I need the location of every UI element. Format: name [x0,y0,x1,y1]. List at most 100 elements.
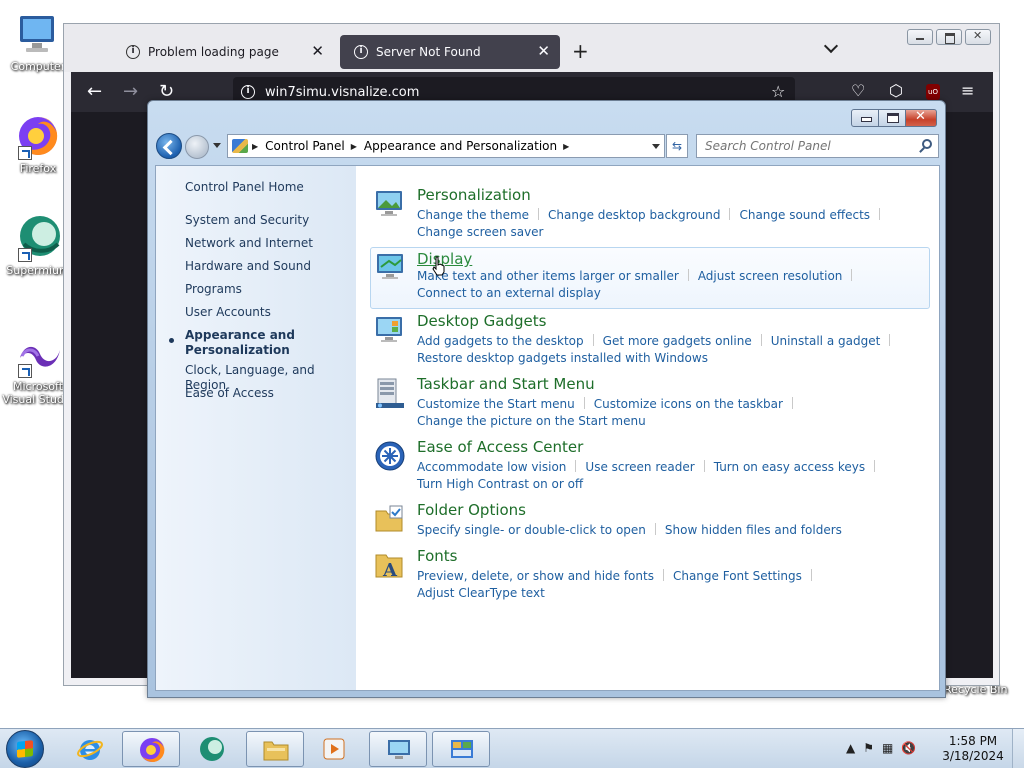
list-all-tabs-icon[interactable] [824,40,838,54]
refresh-button[interactable]: ⇆ [666,134,688,158]
link-adjust-cleartype[interactable]: Adjust ClearType text [417,586,545,600]
link-restore-gadgets[interactable]: Restore desktop gadgets installed with W… [417,351,708,365]
taskbar-remote-desktop[interactable] [369,731,427,767]
link-accommodate-low-vision[interactable]: Accommodate low vision [417,460,566,474]
clock[interactable]: 1:58 PM 3/18/2024 [942,734,1004,764]
nav-network-internet[interactable]: Network and Internet [185,236,313,251]
pocket-icon[interactable]: ♡ [851,81,865,100]
link-adjust-screen-resolution[interactable]: Adjust screen resolution [698,269,843,283]
url-text[interactable]: win7simu.visnalize.com [265,85,419,100]
link-change-desktop-background[interactable]: Change desktop background [548,208,720,222]
back-button[interactable]: ← [87,81,102,102]
nav-ease-of-access[interactable]: Ease of Access [185,386,274,401]
link-single-double-click[interactable]: Specify single- or double-click to open [417,523,646,537]
nav-system-security[interactable]: System and Security [185,213,309,228]
tab-server-not-found[interactable]: i Server Not Found ✕ [340,35,560,69]
tab-title: Server Not Found [376,45,481,59]
category-links: Specify single- or double-click to open S… [417,522,937,539]
cp-maximize-button[interactable] [878,109,906,127]
site-info-icon[interactable]: i [241,85,255,99]
minimize-button[interactable] [907,29,933,45]
link-change-screen-saver[interactable]: Change screen saver [417,225,544,239]
reload-button[interactable]: ↻ [159,81,174,102]
cp-minimize-button[interactable] [851,109,879,127]
search-box[interactable] [696,134,939,158]
breadcrumb-separator-icon[interactable]: ▶ [351,142,357,151]
breadcrumb-appearance[interactable]: Appearance and Personalization [364,139,557,153]
link-show-hidden-files[interactable]: Show hidden files and folders [665,523,842,537]
monitor-icon [388,740,410,759]
recent-pages-dropdown-icon[interactable] [213,143,221,148]
breadcrumb-control-panel[interactable]: Control Panel [265,139,345,153]
breadcrumb-separator-icon[interactable]: ▶ [563,142,569,151]
link-customize-start-menu[interactable]: Customize the Start menu [417,397,575,411]
close-button[interactable] [965,29,991,45]
network-icon[interactable]: ▦ [882,741,893,755]
firefox-caption-buttons [907,29,991,45]
link-customize-taskbar-icons[interactable]: Customize icons on the taskbar [594,397,783,411]
link-change-theme[interactable]: Change the theme [417,208,529,222]
category-ease-of-access-center: Ease of Access Center Accommodate low vi… [370,438,930,491]
taskbar-internet-explorer[interactable] [61,731,119,767]
category-title[interactable]: Folder Options [417,501,526,519]
link-use-screen-reader[interactable]: Use screen reader [585,460,694,474]
new-tab-button[interactable]: + [572,39,589,63]
address-dropdown-icon[interactable] [652,144,660,149]
category-links: Customize the Start menu Customize icons … [417,396,937,430]
firefox-icon [14,112,62,160]
taskbar-supermium[interactable] [183,731,241,767]
link-change-font-settings[interactable]: Change Font Settings [673,569,802,583]
category-links: Add gadgets to the desktop Get more gadge… [417,333,937,367]
taskbar-media-player[interactable] [306,731,364,767]
category-title[interactable]: Ease of Access Center [417,438,583,456]
show-desktop-button[interactable] [1012,729,1024,768]
start-button[interactable] [6,730,44,768]
bookmark-star-icon[interactable]: ☆ [771,82,785,101]
tab-close-icon[interactable]: ✕ [537,44,550,59]
category-title[interactable]: Fonts [417,547,457,565]
cp-close-button[interactable] [905,109,937,127]
link-high-contrast[interactable]: Turn High Contrast on or off [417,477,583,491]
link-separator [592,334,594,346]
breadcrumb-separator-icon[interactable]: ▶ [252,142,258,151]
show-hidden-icons-button[interactable]: ▲ [846,741,855,755]
app-menu-icon[interactable]: ≡ [961,81,974,100]
taskbar-firefox[interactable] [122,731,180,767]
tab-problem-loading[interactable]: i Problem loading page ✕ [112,35,334,69]
address-bar[interactable]: ▶ Control Panel ▶ Appearance and Persona… [227,134,665,158]
ublock-origin-icon[interactable]: uO [926,84,940,100]
category-title[interactable]: Taskbar and Start Menu [417,375,595,393]
link-make-text-larger[interactable]: Make text and other items larger or smal… [417,269,679,283]
tab-close-icon[interactable]: ✕ [311,44,324,59]
cp-forward-button[interactable] [185,135,209,159]
nav-control-panel-home[interactable]: Control Panel Home [185,180,304,195]
nav-hardware-sound[interactable]: Hardware and Sound [185,259,311,274]
search-icon[interactable] [922,139,932,149]
link-change-sound-effects[interactable]: Change sound effects [739,208,870,222]
link-preview-fonts[interactable]: Preview, delete, or show and hide fonts [417,569,654,583]
link-get-more-gadgets[interactable]: Get more gadgets online [603,334,752,348]
cp-back-button[interactable] [156,133,182,159]
link-uninstall-gadget[interactable]: Uninstall a gadget [771,334,881,348]
extensions-icon[interactable]: ⬡ [889,81,903,100]
link-change-start-picture[interactable]: Change the picture on the Start menu [417,414,646,428]
nav-user-accounts[interactable]: User Accounts [185,305,271,320]
category-title[interactable]: Personalization [417,186,531,204]
firefox-icon [140,737,165,762]
category-taskbar-start-menu: Taskbar and Start Menu Customize the Sta… [370,375,930,428]
forward-button[interactable]: → [123,81,138,102]
taskbar-start-menu-icon [376,378,404,408]
volume-muted-icon[interactable]: 🔇 [901,741,916,755]
maximize-button[interactable] [936,29,962,45]
action-center-flag-icon[interactable]: ⚑ [863,741,874,755]
shortcut-arrow-icon [18,146,32,160]
category-title[interactable]: Desktop Gadgets [417,312,546,330]
search-input[interactable] [697,135,912,157]
link-add-gadgets[interactable]: Add gadgets to the desktop [417,334,584,348]
taskbar-control-panel[interactable] [432,731,490,767]
link-separator [575,460,577,472]
link-connect-external-display[interactable]: Connect to an external display [417,286,601,300]
link-easy-access-keys[interactable]: Turn on easy access keys [714,460,865,474]
taskbar-file-explorer[interactable] [246,731,304,767]
nav-programs[interactable]: Programs [185,282,242,297]
